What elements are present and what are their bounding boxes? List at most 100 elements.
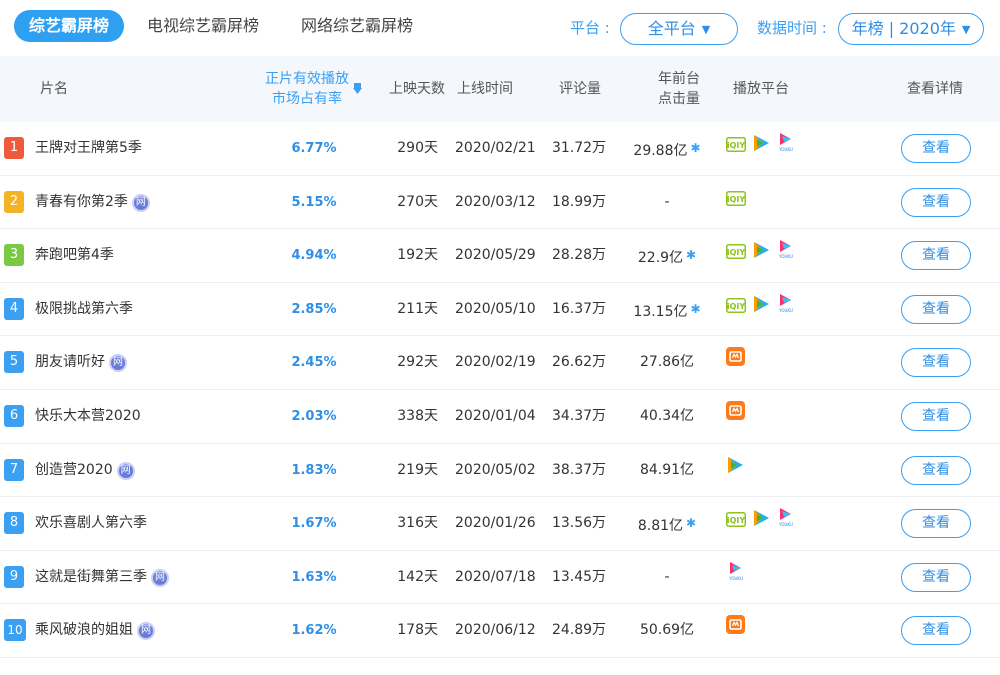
- asterisk-icon: ✱: [686, 248, 697, 263]
- rank-badge: 6: [4, 404, 24, 427]
- view-details-button[interactable]: 查看: [901, 348, 971, 378]
- column-market-share-line2: 市场占有率: [272, 91, 342, 107]
- platform-icons: [726, 390, 846, 443]
- market-share-value: 2.85%: [291, 301, 337, 317]
- svg-text:iQIY: iQIY: [727, 141, 746, 150]
- market-share-value: 4.94%: [291, 248, 337, 264]
- table-row[interactable]: 10 乘风破浪的姐姐网 1.62% 178天 2020/06/12 24.89万 50.69…: [0, 604, 1000, 658]
- table-row[interactable]: 9 这就是街舞第三季网 1.63% 142天 2020/07/18 13.45万 - YOUK…: [0, 550, 1000, 605]
- clicks-value: 27.86亿: [639, 354, 695, 371]
- sort-down-icon[interactable]: [353, 83, 362, 95]
- view-details-button[interactable]: 查看: [901, 294, 971, 324]
- view-details-button[interactable]: 查看: [901, 187, 971, 217]
- rank-badge: 5: [4, 351, 24, 374]
- column-platforms: 播放平台: [733, 81, 789, 97]
- table-row[interactable]: 7 创造营2020 网 1.83% 219天 2020/05/02 38.37万 84.91亿…: [0, 443, 1000, 498]
- rank-badge: 4: [4, 297, 24, 320]
- svg-text:YOUKU: YOUKU: [778, 147, 793, 152]
- comments-value: 13.56万: [551, 515, 607, 532]
- svg-text:iQIY: iQIY: [727, 302, 746, 311]
- release-date-value: 2020/06/12: [455, 622, 536, 639]
- clicks-value: -: [664, 568, 670, 585]
- show-title: 创造营2020: [35, 461, 113, 478]
- platform-icons: YOUKU: [726, 551, 846, 604]
- table-row[interactable]: 4 极限挑战第六季 2.85% 211天 2020/05/10 16.37万 13.15亿 ✱…: [0, 283, 1000, 337]
- tab-tv-variety-ranking[interactable]: 电视综艺霸屏榜: [147, 10, 259, 42]
- release-date-value: 2020/02/19: [455, 354, 536, 371]
- youku-icon: YOUKU: [776, 229, 796, 282]
- network-variety-badge: 网: [151, 568, 169, 587]
- data-time-label: 数据时间 :: [757, 19, 827, 37]
- release-date-value: 2020/05/10: [455, 300, 536, 317]
- comments-value: 13.45万: [551, 568, 607, 585]
- iqiyi-icon: iQIY: [726, 122, 746, 175]
- show-title: 极限挑战第六季: [35, 300, 133, 317]
- show-title-cell[interactable]: 乘风破浪的姐姐网: [35, 604, 155, 657]
- view-details-button[interactable]: 查看: [901, 616, 971, 646]
- column-date: 上线时间: [457, 81, 513, 97]
- view-details-button[interactable]: 查看: [901, 401, 971, 431]
- platform-icons: iQIY YOUKU: [726, 122, 846, 175]
- table-row[interactable]: 8 欢乐喜剧人第六季 1.67% 316天 2020/01/26 13.56万 8.81亿 ✱…: [0, 497, 1000, 551]
- column-market-share[interactable]: 正片有效播放 市场占有率: [262, 69, 352, 109]
- tencent-video-icon: [726, 444, 744, 497]
- iqiyi-icon: iQIY: [726, 283, 746, 336]
- table-row[interactable]: 1 王牌对王牌第5季 6.77% 290天 2020/02/21 31.72万 29.88亿…: [0, 122, 1000, 176]
- svg-text:YOUKU: YOUKU: [728, 576, 743, 581]
- view-details-button[interactable]: 查看: [901, 562, 971, 592]
- youku-icon: YOUKU: [726, 551, 746, 604]
- network-variety-badge: 网: [116, 461, 135, 480]
- release-date-value: 2020/05/02: [455, 461, 536, 478]
- market-share-value: 6.77%: [291, 141, 337, 156]
- days-value: 211天: [397, 300, 438, 317]
- clicks-value: 84.91亿: [639, 461, 695, 478]
- platform-dropdown[interactable]: 全平台 ▼: [620, 13, 738, 45]
- column-market-share-line1: 正片有效播放: [265, 71, 349, 87]
- show-title-cell[interactable]: 欢乐喜剧人第六季: [35, 497, 147, 550]
- tab-web-variety-ranking[interactable]: 网络综艺霸屏榜: [301, 10, 413, 42]
- market-share-value: 1.62%: [291, 623, 337, 639]
- clicks-value: 8.81亿: [637, 518, 684, 535]
- show-title-cell[interactable]: 这就是街舞第三季网: [35, 551, 169, 604]
- asterisk-icon: ✱: [690, 141, 701, 155]
- clicks-value: 50.69亿: [639, 622, 695, 639]
- show-title-cell[interactable]: 青春有你第2季网: [35, 176, 150, 229]
- view-details-button[interactable]: 查看: [901, 134, 971, 163]
- market-share-value: 5.15%: [291, 194, 337, 210]
- rank-badge: 9: [4, 565, 24, 588]
- mango-tv-icon: [726, 390, 745, 443]
- days-value: 292天: [397, 354, 438, 371]
- table-row[interactable]: 5 朋友请听好网 2.45% 292天 2020/02/19 26.62万 27.86亿 查看: [0, 336, 1000, 390]
- show-title-cell[interactable]: 王牌对王牌第5季: [35, 122, 142, 175]
- view-details-button[interactable]: 查看: [901, 455, 971, 485]
- mango-tv-icon: [726, 336, 745, 389]
- show-title-cell[interactable]: 朋友请听好网: [35, 336, 127, 389]
- data-time-dropdown[interactable]: 年榜 | 2020年 ▼: [838, 13, 984, 45]
- show-title-cell[interactable]: 快乐大本营2020: [35, 390, 141, 443]
- show-title: 王牌对王牌第5季: [35, 140, 142, 156]
- view-details-button[interactable]: 查看: [901, 241, 971, 271]
- comments-value: 34.37万: [551, 407, 607, 424]
- table-body: 1 王牌对王牌第5季 6.77% 290天 2020/02/21 31.72万 29.88亿…: [0, 122, 1000, 658]
- table-row[interactable]: 2 青春有你第2季网 5.15% 270天 2020/03/12 18.99万 - iQIY 查…: [0, 176, 1000, 230]
- rank-badge: 7: [4, 458, 24, 481]
- show-title-cell[interactable]: 创造营2020 网: [35, 444, 135, 497]
- tencent-video-icon: [752, 229, 770, 282]
- clicks-cell: -: [628, 551, 706, 604]
- svg-text:YOUKU: YOUKU: [778, 254, 793, 259]
- comments-value: 16.37万: [551, 300, 607, 317]
- view-details-button[interactable]: 查看: [901, 509, 971, 539]
- platform-filter-label: 平台 :: [570, 19, 610, 37]
- show-title-cell[interactable]: 奔跑吧第4季: [35, 229, 114, 282]
- show-title: 朋友请听好: [35, 354, 105, 371]
- clicks-cell: 22.9亿 ✱: [628, 229, 706, 282]
- platform-icons: iQIY: [726, 176, 846, 229]
- clicks-cell: 13.15亿 ✱: [628, 283, 706, 336]
- column-clicks-line2: 点击量: [658, 91, 700, 107]
- clicks-cell: 50.69亿: [628, 604, 706, 657]
- table-row[interactable]: 3 奔跑吧第4季 4.94% 192天 2020/05/29 28.28万 22.9亿 ✱ iQ…: [0, 229, 1000, 283]
- table-row[interactable]: 6 快乐大本营2020 2.03% 338天 2020/01/04 34.37万 40.34…: [0, 390, 1000, 444]
- show-title-cell[interactable]: 极限挑战第六季: [35, 283, 133, 336]
- market-share-value: 1.63%: [291, 569, 337, 585]
- tab-variety-ranking[interactable]: 综艺霸屏榜: [14, 10, 124, 42]
